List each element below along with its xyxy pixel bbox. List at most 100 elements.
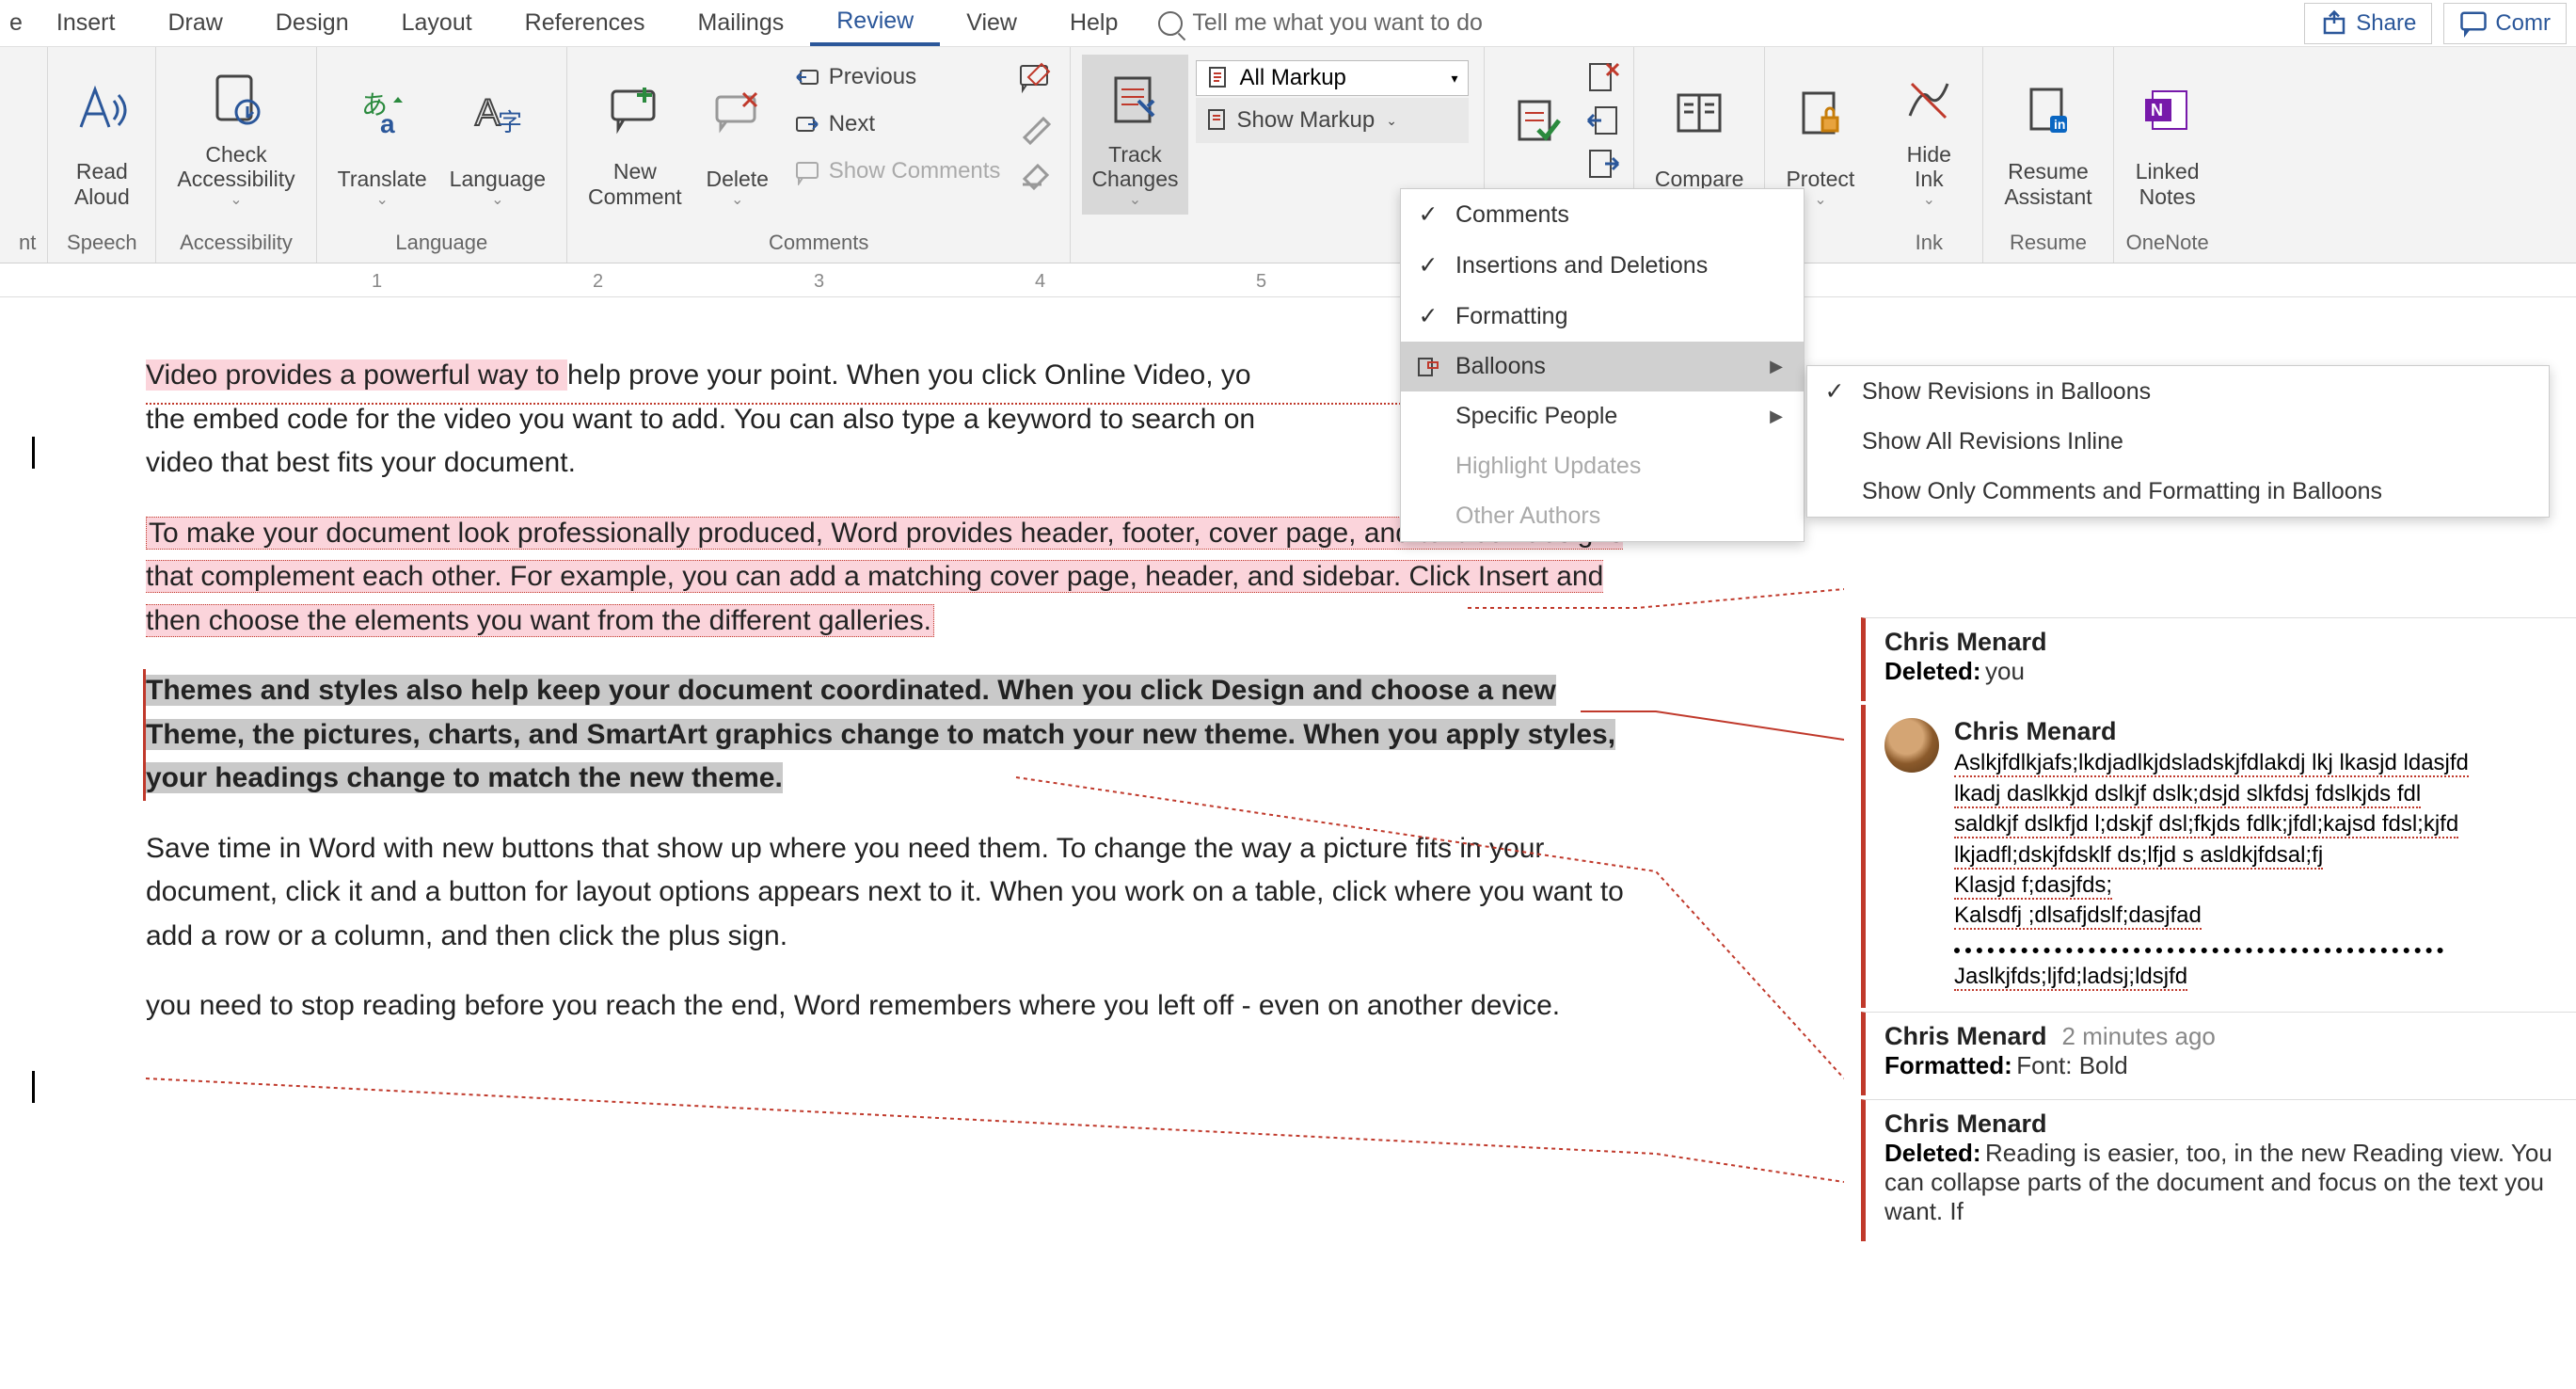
track-changes-icon: [1106, 72, 1163, 129]
group-comments: New Comment Delete ⌄ Previous: [567, 47, 1071, 263]
tab-references[interactable]: References: [499, 0, 672, 46]
comment-icon: [2459, 9, 2488, 38]
check-icon: ✓: [1416, 200, 1440, 229]
tab-layout[interactable]: Layout: [375, 0, 499, 46]
chevron-down-icon: ▾: [1451, 71, 1457, 87]
markup-item-label: Balloons: [1455, 353, 1546, 380]
check-icon: ✓: [1416, 251, 1440, 279]
markup-item-specific-people[interactable]: Specific People ▶: [1401, 391, 1804, 441]
group-language-label: Language: [328, 227, 555, 259]
group-speech: Read Aloud Speech: [48, 47, 156, 263]
markup-item-balloons[interactable]: Balloons ▶: [1401, 342, 1804, 391]
markup-item-formatting[interactable]: ✓ Formatting: [1401, 291, 1804, 342]
show-markup-button[interactable]: Show Markup ⌄: [1196, 98, 1469, 143]
read-aloud-button[interactable]: Read Aloud: [59, 55, 144, 215]
p1-highlight: Video provides a powerful way to: [146, 359, 567, 391]
svg-text:N: N: [2151, 101, 2163, 120]
resume-icon: in: [2022, 84, 2075, 136]
revision-deleted-2[interactable]: Chris Menard Deleted: Reading is easier,…: [1861, 1099, 2576, 1241]
tab-review[interactable]: Review: [810, 0, 940, 46]
comments-pane-button[interactable]: Comr: [2443, 3, 2567, 44]
tell-me-placeholder: Tell me what you want to do: [1192, 9, 1483, 37]
show-markup-dropdown: ✓ Comments ✓ Insertions and Deletions ✓ …: [1400, 188, 1805, 542]
group-onenote-label: OneNote: [2125, 227, 2210, 259]
linked-notes-button[interactable]: N Linked Notes: [2125, 55, 2210, 215]
prev-change-icon[interactable]: [1584, 104, 1622, 137]
new-comment-icon: [607, 82, 663, 138]
revision-author: Chris Menard: [1884, 628, 2557, 657]
read-aloud-label: Read Aloud: [74, 159, 130, 209]
balloons-option-inline[interactable]: Show All Revisions Inline: [1807, 417, 2549, 467]
markup-item-highlight-updates: Highlight Updates: [1401, 441, 1804, 491]
paragraph-4[interactable]: Save time in Word with new buttons that …: [146, 827, 1637, 959]
revision-author: Chris Menard: [1884, 1022, 2047, 1051]
balloons-mini-icon: [1416, 356, 1440, 378]
document-page[interactable]: Video provides a powerful way to help pr…: [0, 297, 1637, 1389]
search-icon: [1158, 11, 1183, 36]
balloons-option-label: Show All Revisions Inline: [1862, 428, 2123, 455]
group-ink: Hide Ink ⌄ Ink: [1875, 47, 1983, 263]
tab-mailings[interactable]: Mailings: [672, 0, 811, 46]
reject-icon[interactable]: [1584, 60, 1622, 94]
balloons-option-show-in-balloons[interactable]: ✓ Show Revisions in Balloons: [1807, 366, 2549, 417]
caret-icon: ⌄: [1923, 192, 1935, 209]
show-comments-icon: [793, 157, 821, 185]
revision-label: Formatted:: [1884, 1051, 2012, 1079]
p1-line3: video that best fits your document.: [146, 447, 576, 478]
tab-draw[interactable]: Draw: [141, 0, 248, 46]
language-button[interactable]: A 字 Language ⌄: [440, 55, 555, 215]
translate-button[interactable]: あ a Translate ⌄: [328, 55, 437, 215]
revision-author: Chris Menard: [1884, 1110, 2557, 1139]
check-accessibility-button[interactable]: Check Accessibility ⌄: [167, 55, 304, 215]
hide-ink-button[interactable]: Hide Ink ⌄: [1886, 55, 1971, 215]
group-accessibility-label: Accessibility: [167, 227, 304, 259]
revision-comment[interactable]: Chris Menard Aslkjfdlkjafs;lkdjadlkjdsla…: [1861, 705, 2576, 1008]
read-aloud-icon: [72, 80, 132, 140]
caret-icon: ⌄: [731, 192, 743, 209]
markup-item-insertions-deletions[interactable]: ✓ Insertions and Deletions: [1401, 240, 1804, 291]
show-markup-label: Show Markup: [1237, 107, 1375, 134]
tab-insert[interactable]: Insert: [30, 0, 142, 46]
comments-pane-label: Comr: [2495, 10, 2551, 37]
previous-icon: [793, 63, 821, 91]
caret-icon: ⌄: [230, 192, 242, 209]
ink-comment-icon[interactable]: [1017, 60, 1055, 98]
previous-comment-button[interactable]: Previous: [784, 55, 1010, 100]
group-language: あ a Translate ⌄ A 字 Language ⌄: [317, 47, 567, 263]
check-icon: ✓: [1416, 302, 1440, 330]
new-comment-button[interactable]: New Comment: [579, 55, 692, 215]
tab-help[interactable]: Help: [1043, 0, 1144, 46]
tab-view[interactable]: View: [940, 0, 1043, 46]
previous-comment-label: Previous: [829, 64, 916, 90]
revision-formatted[interactable]: Chris Menard 2 minutes ago Formatted: Fo…: [1861, 1012, 2576, 1095]
resume-assistant-button[interactable]: in Resume Assistant: [1995, 55, 2101, 215]
track-changes-label: Track Changes: [1091, 142, 1178, 192]
group-accessibility: Check Accessibility ⌄ Accessibility: [156, 47, 316, 263]
track-changes-button[interactable]: Track Changes ⌄: [1082, 55, 1187, 215]
paragraph-5[interactable]: you need to stop reading before you reac…: [146, 984, 1637, 1029]
markup-display-select[interactable]: All Markup ▾: [1196, 60, 1469, 96]
next-comment-label: Next: [829, 111, 875, 137]
paragraph-3[interactable]: Themes and styles also help keep your do…: [143, 669, 1637, 801]
compare-icon: [1673, 88, 1725, 140]
ribbon-tabs: e Insert Draw Design Layout References M…: [0, 0, 2576, 47]
caret-icon: ⌄: [1129, 192, 1141, 209]
balloons-option-comments-formatting[interactable]: Show Only Comments and Formatting in Bal…: [1807, 467, 2549, 517]
tell-me-search[interactable]: Tell me what you want to do: [1158, 9, 1483, 37]
show-comments-button[interactable]: Show Comments: [784, 149, 1010, 194]
delete-comment-icon: [711, 88, 764, 140]
balloons-option-label: Show Revisions in Balloons: [1862, 378, 2151, 406]
group-ink-label: Ink: [1886, 227, 1971, 259]
next-icon: [793, 110, 821, 138]
pen-icon[interactable]: [1017, 107, 1055, 145]
horizontal-ruler[interactable]: 1 2 3 4 5: [0, 263, 2576, 297]
revision-deleted-1[interactable]: Chris Menard Deleted: you: [1861, 617, 2576, 701]
eraser-icon[interactable]: [1017, 154, 1055, 192]
next-change-icon[interactable]: [1584, 147, 1622, 181]
svg-text:a: a: [380, 109, 395, 138]
share-button[interactable]: Share: [2304, 3, 2432, 44]
markup-item-comments[interactable]: ✓ Comments: [1401, 189, 1804, 240]
delete-comment-button[interactable]: Delete ⌄: [695, 55, 780, 215]
next-comment-button[interactable]: Next: [784, 102, 1010, 147]
tab-design[interactable]: Design: [249, 0, 375, 46]
